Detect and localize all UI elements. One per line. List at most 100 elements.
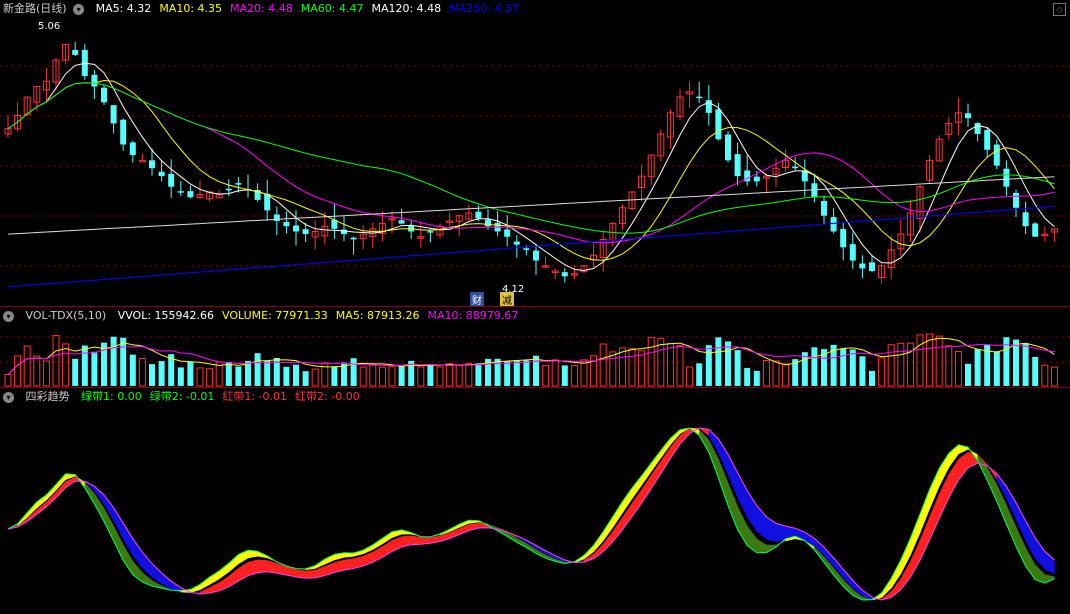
- ma-indicator-0: MA5: 4.32: [95, 2, 152, 15]
- volume-bar: [1022, 343, 1029, 386]
- volume-bar: [62, 343, 70, 387]
- volume-bar: [561, 365, 568, 386]
- volume-bar: [965, 363, 971, 386]
- candle-body: [341, 229, 347, 235]
- volume-bar: [225, 361, 232, 386]
- volume-bar: [264, 360, 271, 386]
- ma-indicator-2: MA20: 4.48: [230, 2, 293, 15]
- volume-bar: [840, 348, 847, 386]
- volume-bar: [359, 366, 367, 387]
- volume-bar: [475, 363, 482, 386]
- trend-settings-icon[interactable]: ▾: [3, 391, 14, 403]
- volume-bar: [935, 335, 943, 387]
- candle-body: [1013, 192, 1019, 208]
- volume-bar: [33, 355, 41, 387]
- ma-indicator-5: MA250: 4.37: [449, 2, 519, 15]
- volume-bar: [676, 344, 684, 387]
- yellow-green-band: [218, 562, 230, 580]
- candle-body: [993, 144, 1000, 166]
- reduce-mark[interactable]: 减: [500, 292, 514, 307]
- candle-body: [149, 160, 155, 169]
- volume-bar: [618, 347, 626, 387]
- volume-bar: [849, 349, 856, 386]
- candle-body: [129, 142, 136, 156]
- red-blue-band: [142, 551, 153, 578]
- candle-body: [821, 200, 827, 216]
- trend-indicator-2: 红带1: -0.01: [222, 390, 288, 403]
- volume-bar: [187, 361, 194, 386]
- volume-bar: [993, 351, 1000, 386]
- volume-bar: [417, 366, 425, 387]
- volume-bar: [599, 343, 607, 387]
- price-panel: 新金路(日线) ▾ MA5: 4.32 MA10: 4.35 MA20: 4.48 M…: [0, 0, 1070, 307]
- candle-body: [523, 248, 530, 250]
- volume-bar: [455, 364, 463, 387]
- collapse-icon[interactable]: ◇: [1053, 3, 1066, 16]
- ma120-line: [7, 176, 1055, 235]
- candle-body: [849, 244, 856, 261]
- red-blue-band: [958, 451, 969, 481]
- volume-bar: [23, 345, 31, 387]
- volume-bar: [1013, 339, 1019, 386]
- ma60-line: [7, 82, 1055, 234]
- red-blue-band: [1034, 537, 1046, 570]
- volume-bar: [331, 366, 338, 386]
- volume-bar: [609, 351, 617, 387]
- volume-settings-icon[interactable]: ▾: [3, 310, 14, 322]
- volume-bar: [302, 371, 309, 386]
- ma-indicator-4: MA120: 4.48: [371, 2, 442, 15]
- candle-body: [168, 173, 175, 187]
- red-blue-band: [1044, 550, 1055, 575]
- red-blue-band: [410, 535, 422, 545]
- candle-body: [91, 74, 98, 87]
- volume-bar: [666, 342, 674, 387]
- yellow-green-band: [209, 570, 220, 585]
- indicator-settings-icon[interactable]: ▾: [73, 3, 85, 15]
- trend-header: ▾ 四彩趋势 绿带1: 0.00 绿带2: -0.01 红带1: -0.01 红带2:…: [0, 388, 368, 406]
- volume-bar: [533, 355, 539, 386]
- finance-mark[interactable]: 财: [470, 292, 484, 307]
- volume-bar: [926, 333, 934, 387]
- candle-body: [1022, 212, 1029, 227]
- volume-bar: [762, 360, 770, 387]
- volume-bar: [436, 366, 444, 387]
- volume-bar: [945, 345, 953, 387]
- candle-body: [177, 191, 184, 193]
- ma-indicator-1: MA10: 4.35: [159, 2, 223, 15]
- yellow-green-band: [324, 554, 335, 565]
- volume-bar: [628, 348, 636, 387]
- yellow-green-band: [1044, 574, 1055, 584]
- candle-body: [869, 262, 875, 272]
- volume-bar: [465, 362, 473, 387]
- volume-indicator-3: MA10: 88979.67: [427, 309, 519, 322]
- candle-body: [101, 87, 107, 103]
- candle-body: [696, 96, 703, 99]
- candle-body: [1003, 168, 1010, 187]
- candle-body: [225, 188, 232, 191]
- trend-title: 四彩趋势: [25, 390, 70, 403]
- volume-bar: [369, 363, 377, 387]
- high-price-label: 5.06: [38, 21, 61, 32]
- candle-body: [504, 229, 511, 237]
- red-blue-band: [266, 560, 278, 574]
- volume-bar: [110, 336, 117, 386]
- candle-body: [725, 134, 731, 161]
- volume-bar: [1041, 364, 1049, 387]
- volume-bar: [254, 353, 261, 386]
- volume-bar: [859, 356, 866, 386]
- red-blue-band: [746, 489, 758, 533]
- volume-bar: [235, 366, 242, 386]
- volume-bar: [1032, 356, 1039, 386]
- volume-bar: [196, 367, 204, 387]
- volume-bar: [120, 337, 127, 386]
- volume-bar: [523, 360, 530, 386]
- candle-body: [110, 105, 117, 124]
- volume-bar: [504, 361, 511, 386]
- volume-bar: [350, 358, 357, 386]
- ma-indicator-3: MA60: 4.47: [300, 2, 364, 15]
- volume-bar: [283, 366, 290, 386]
- volume-bar: [513, 360, 520, 386]
- trend-indicator-1: 绿带2: -0.01: [149, 390, 215, 403]
- candle-body: [715, 109, 722, 140]
- trend-indicator-3: 红带2: -0.00: [295, 390, 360, 403]
